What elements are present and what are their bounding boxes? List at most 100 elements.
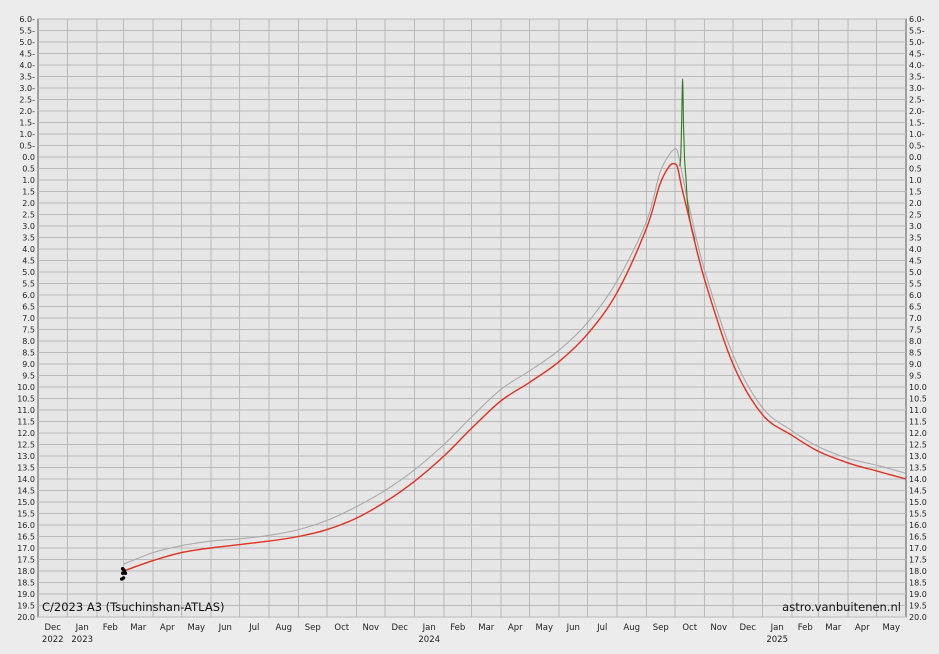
- y-tick-label-right: 10.5: [909, 395, 927, 404]
- x-tick-label-month: Sep: [653, 623, 669, 633]
- x-tick-label-month: Jun: [218, 623, 232, 633]
- x-tick-label-month: May: [188, 623, 206, 633]
- x-tick-label-month: Dec: [45, 623, 62, 633]
- observation-point: [121, 568, 126, 572]
- x-tick-label-month: Aug: [623, 623, 640, 633]
- y-tick-label-left: 12.0: [17, 429, 35, 438]
- x-tick-label-month: Apr: [855, 623, 870, 633]
- y-tick-label-left: 15.5: [17, 510, 35, 519]
- y-tick-label-left: 14.5: [17, 487, 35, 496]
- x-tick-label-year: 2025: [766, 635, 788, 645]
- x-tick-label-month: Jan: [422, 623, 436, 633]
- y-tick-label-right: 7.0: [909, 314, 922, 323]
- y-tick-label-left: 18.5: [17, 579, 35, 588]
- y-tick-label-left: 2.5-: [19, 96, 35, 105]
- y-tick-label-right: 20.0: [909, 613, 927, 622]
- y-tick-label-left: 9.0: [22, 360, 35, 369]
- y-tick-label-left: 1.5: [22, 188, 35, 197]
- y-tick-label-left: 15.0: [17, 498, 35, 507]
- y-tick-label-left: 3.5-: [19, 73, 35, 82]
- y-tick-label-left: 6.5: [22, 303, 35, 312]
- y-tick-label-right: 5.0-: [909, 38, 925, 47]
- y-tick-label-right: 1.5: [909, 188, 922, 197]
- y-tick-label-right: 10.0: [909, 383, 927, 392]
- x-tick-label-year: 2024: [418, 635, 440, 645]
- y-tick-label-left: 8.0: [22, 337, 35, 346]
- y-tick-label-left: 2.5: [22, 211, 35, 220]
- x-tick-label-month: Oct: [334, 623, 349, 633]
- y-tick-label-right: 17.5: [909, 556, 927, 565]
- y-tick-label-left: 7.0: [22, 314, 35, 323]
- y-tick-label-right: 6.5: [909, 303, 922, 312]
- y-tick-label-left: 5.5: [22, 280, 35, 289]
- y-tick-label-right: 8.5: [909, 349, 922, 358]
- y-tick-label-right: 4.5-: [909, 50, 925, 59]
- x-tick-label-month: May: [535, 623, 553, 633]
- x-tick-label-year: 2022: [42, 635, 64, 645]
- y-tick-label-right: 1.0-: [909, 130, 925, 139]
- x-tick-label-month: Jan: [75, 623, 89, 633]
- y-tick-label-left: 3.0-: [19, 84, 35, 93]
- y-tick-label-left: 10.0: [17, 383, 35, 392]
- x-tick-label-month: May: [882, 623, 900, 633]
- y-tick-label-left: 11.0: [17, 406, 35, 415]
- y-tick-label-left: 7.5: [22, 326, 35, 335]
- y-tick-label-left: 2.0-: [19, 107, 35, 116]
- y-tick-label-right: 12.0: [909, 429, 927, 438]
- y-tick-label-left: 1.0-: [19, 130, 35, 139]
- y-tick-label-left: 6.0: [22, 291, 35, 300]
- y-tick-label-right: 1.0: [909, 176, 922, 185]
- y-tick-label-right: 18.5: [909, 579, 927, 588]
- y-tick-label-left: 11.5: [17, 418, 35, 427]
- x-tick-label-month: Dec: [739, 623, 756, 633]
- x-tick-label-month: Mar: [478, 623, 495, 633]
- y-tick-label-left: 16.5: [17, 533, 35, 542]
- y-tick-label-left: 5.5-: [19, 27, 35, 36]
- y-tick-label-left: 12.5: [17, 441, 35, 450]
- x-tick-label-month: Oct: [682, 623, 697, 633]
- x-tick-label-month: Feb: [450, 623, 465, 633]
- y-tick-label-right: 11.5: [909, 418, 927, 427]
- x-tick-label-month: Jul: [248, 623, 259, 633]
- y-tick-label-left: 5.0: [22, 268, 35, 277]
- y-tick-label-right: 18.0: [909, 567, 927, 576]
- y-tick-label-left: 8.5: [22, 349, 35, 358]
- y-tick-label-right: 3.5-: [909, 73, 925, 82]
- y-tick-label-left: 1.0: [22, 176, 35, 185]
- y-tick-label-right: 13.0: [909, 452, 927, 461]
- x-tick-label-month: Nov: [362, 623, 379, 633]
- x-tick-label-year: 2023: [71, 635, 93, 645]
- observation-point: [119, 577, 124, 581]
- y-tick-label-left: 5.0-: [19, 38, 35, 47]
- y-tick-label-right: 15.5: [909, 510, 927, 519]
- y-tick-label-right: 15.0: [909, 498, 927, 507]
- y-tick-label-right: 4.0-: [909, 61, 925, 70]
- y-tick-label-left: 3.0: [22, 222, 35, 231]
- y-tick-label-left: 20.0: [17, 613, 35, 622]
- x-tick-label-month: Jul: [596, 623, 607, 633]
- y-tick-label-left: 14.0: [17, 475, 35, 484]
- y-tick-label-right: 17.0: [909, 544, 927, 553]
- y-tick-label-left: 2.0: [22, 199, 35, 208]
- y-tick-label-left: 4.0-: [19, 61, 35, 70]
- y-tick-label-right: 4.5: [909, 257, 922, 266]
- comet-light-curve-chart: 6.0- 5.5- 5.0- 4.5- 4.0- 3.5- 3.0- 2.5- 2.0- 1.5-…: [0, 0, 939, 654]
- y-tick-label-right: 2.5: [909, 211, 922, 220]
- y-tick-label-left: 1.5-: [19, 119, 35, 128]
- x-tick-label-month: Feb: [798, 623, 813, 633]
- y-tick-label-left: 4.0: [22, 245, 35, 254]
- y-tick-label-right: 14.5: [909, 487, 927, 496]
- x-tick-label-month: Nov: [710, 623, 727, 633]
- x-tick-label-month: Aug: [275, 623, 292, 633]
- y-tick-label-right: 13.5: [909, 464, 927, 473]
- y-tick-label-left: 19.5: [17, 602, 35, 611]
- x-tick-label-month: Sep: [305, 623, 321, 633]
- y-tick-label-left: 10.5: [17, 395, 35, 404]
- y-tick-label-right: 6.0-: [909, 15, 925, 24]
- y-tick-label-left: 17.5: [17, 556, 35, 565]
- x-tick-label-month: Feb: [103, 623, 118, 633]
- x-tick-label-month: Mar: [130, 623, 147, 633]
- y-tick-label-right: 5.5: [909, 280, 922, 289]
- y-tick-label-left: 0.5: [22, 165, 35, 174]
- y-tick-label-right: 14.0: [909, 475, 927, 484]
